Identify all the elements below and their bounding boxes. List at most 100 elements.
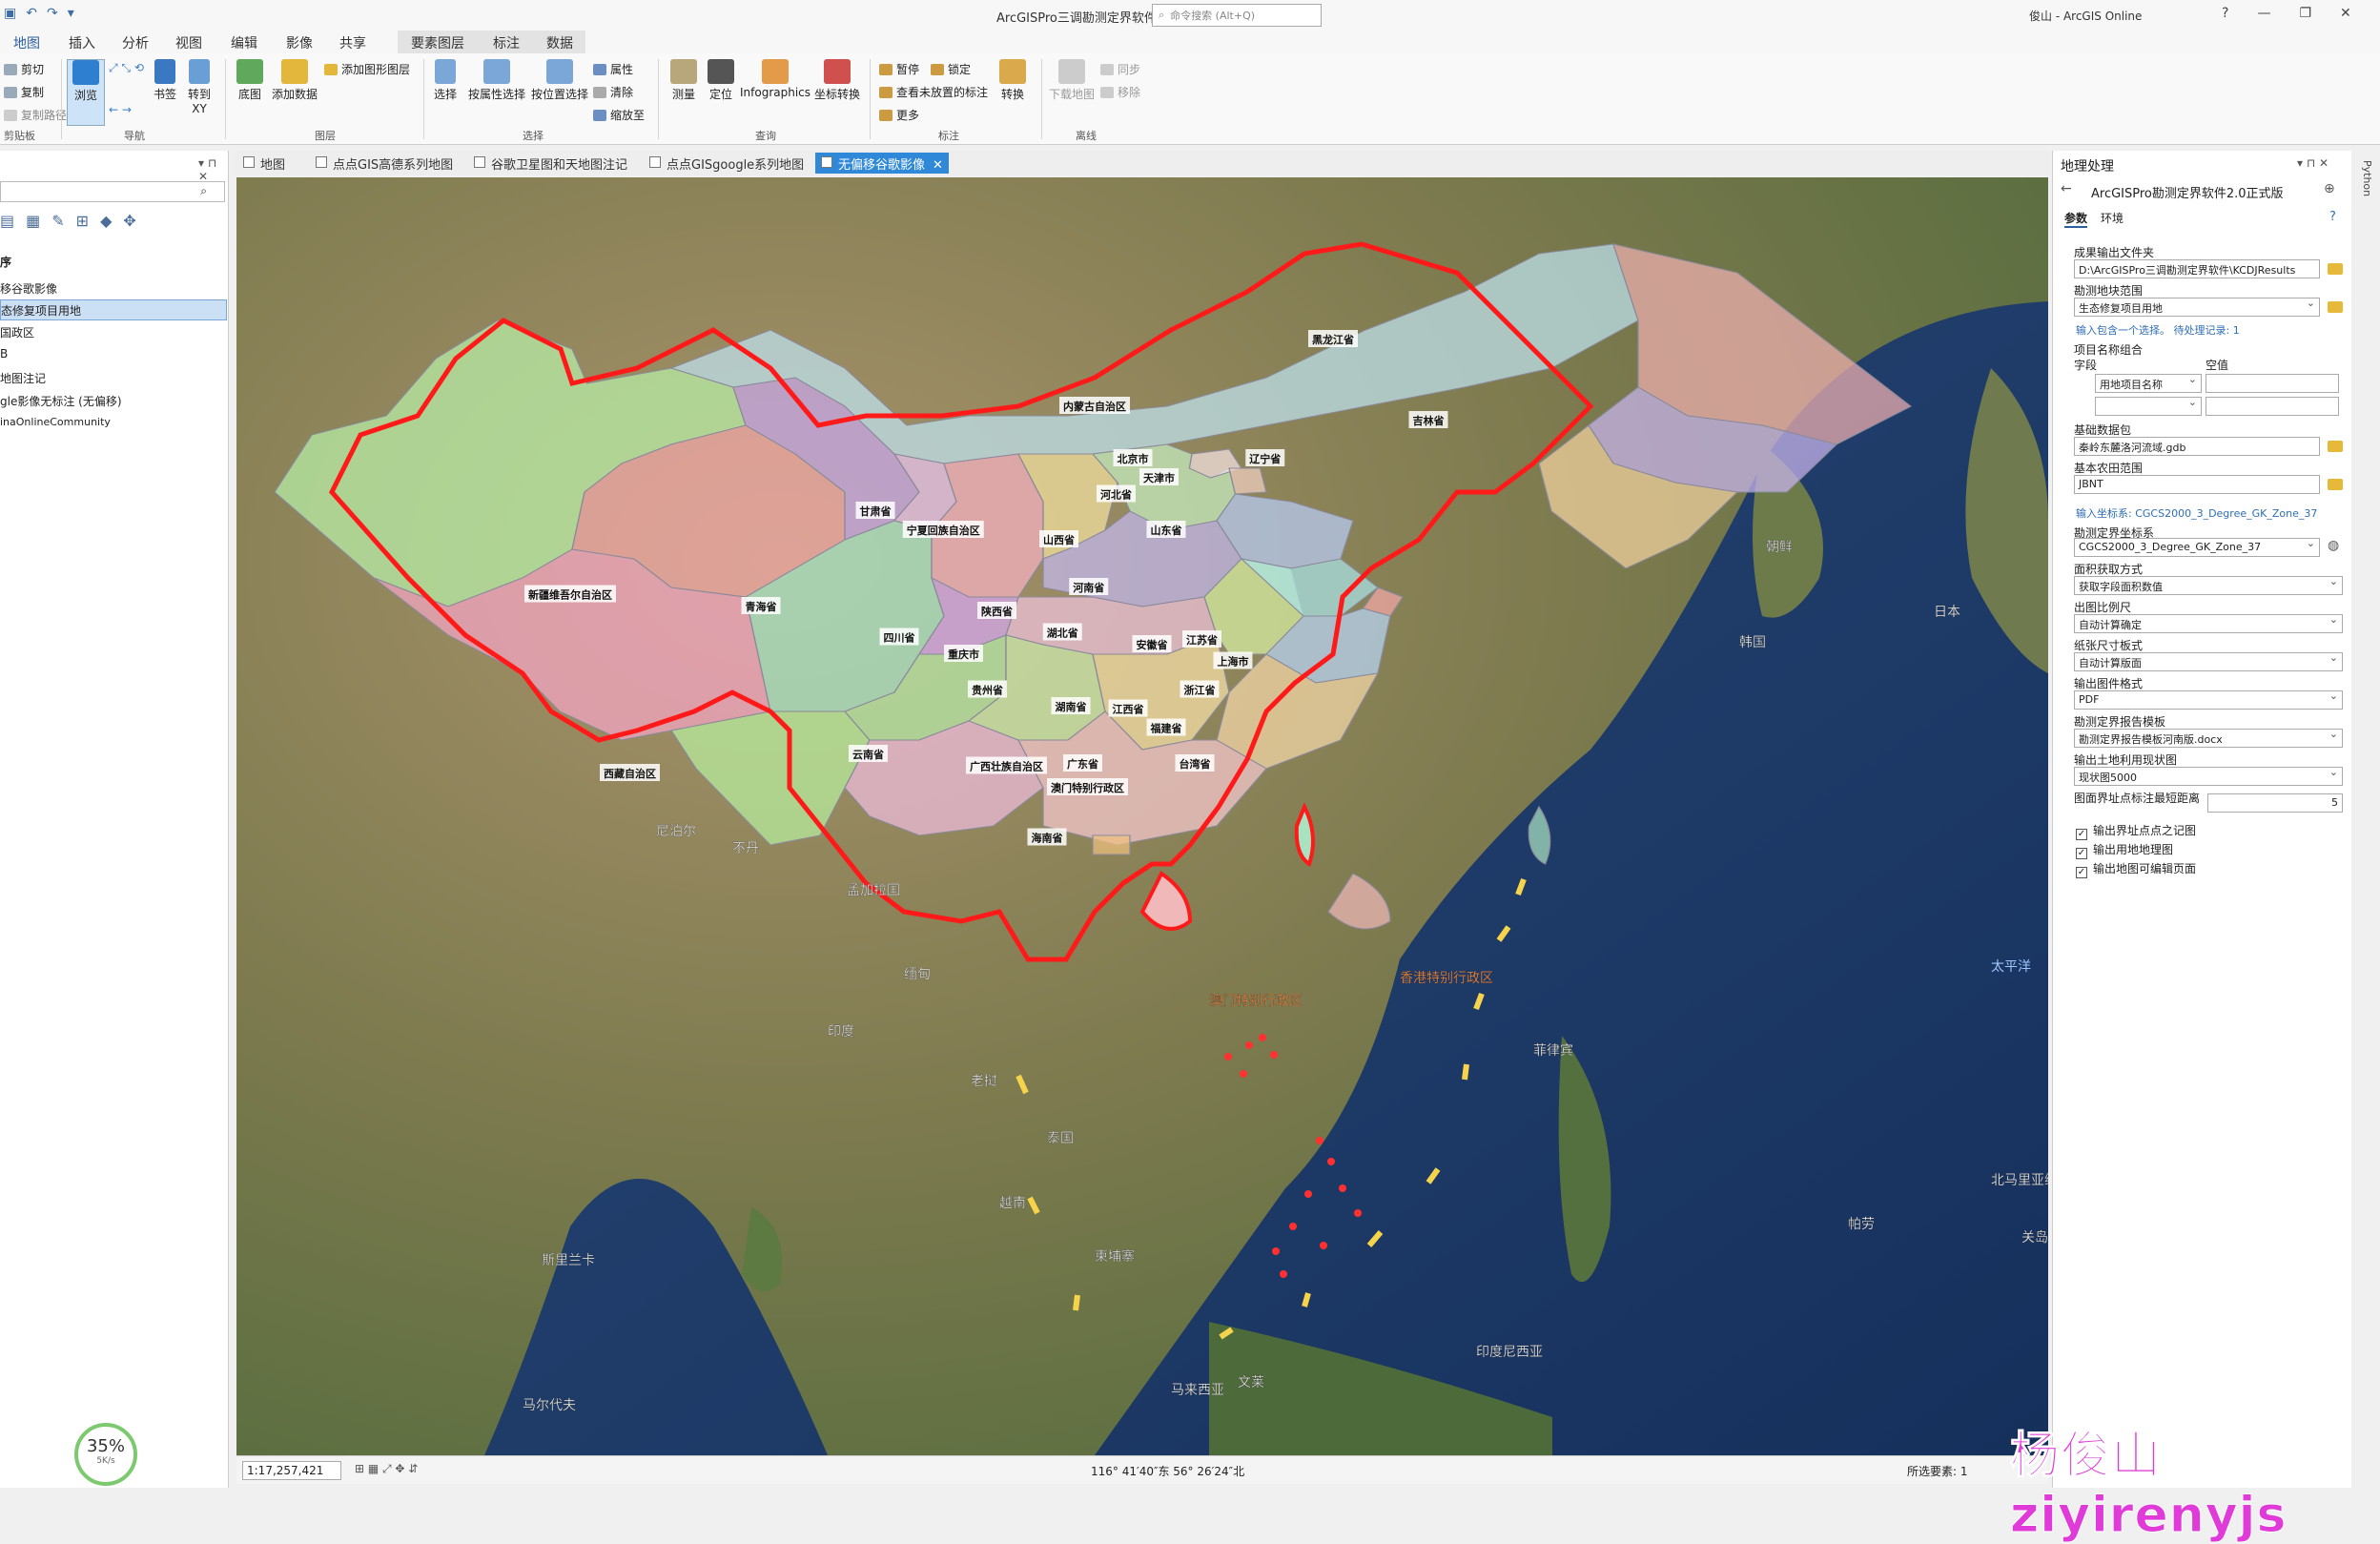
layer-item[interactable]: inaOnlineCommunity <box>0 414 227 435</box>
clear-selection-button[interactable]: 清除 <box>593 84 633 100</box>
view-tab[interactable]: 谷歌卫星图和天地图注记 <box>468 153 633 174</box>
cut-button[interactable]: 剪切 <box>4 61 44 77</box>
drawing-order-icon[interactable]: ▤ <box>0 212 14 230</box>
province-polygon[interactable] <box>1092 834 1131 855</box>
pause-labels-button[interactable]: 暂停 <box>879 61 919 77</box>
view-tab-active[interactable]: 无偏移谷歌影像 ✕ <box>815 153 949 174</box>
report-template-dropdown[interactable]: 勘测定界报告模板河南版.docx <box>2074 729 2343 748</box>
checkbox-land-use-map[interactable]: ✓ 输出用地地理图 <box>2076 841 2173 859</box>
tab-parameters[interactable]: 参数 <box>2064 210 2088 228</box>
goto-xy-button[interactable]: 转到XY <box>183 59 215 115</box>
folder-icon[interactable] <box>2328 301 2343 313</box>
download-map-button[interactable]: 下载地图 <box>1047 59 1097 102</box>
more-labeling-button[interactable]: 更多 <box>879 107 919 123</box>
min-distance-input[interactable]: 5 <box>2207 793 2343 813</box>
convert-labels-button[interactable]: 转换 <box>995 59 1030 102</box>
view-unplaced-button[interactable]: 查看未放置的标注 <box>879 84 988 100</box>
tab-imagery[interactable]: 影像 <box>286 33 313 52</box>
add-icon[interactable]: ⊞ <box>76 212 89 230</box>
null-value-input[interactable] <box>2206 397 2339 416</box>
select-by-attributes-button[interactable]: 按属性选择 <box>465 59 528 102</box>
snapping-icon[interactable]: ✥ <box>123 212 135 230</box>
tab-feature-layer[interactable]: 要素图层 <box>411 33 464 52</box>
zoom-tools[interactable]: ⤢ ⤡ ⟲ <box>109 61 144 75</box>
output-folder-field[interactable]: D:\ArcGISPro三调勘测定界软件\KCDJResults <box>2074 259 2320 278</box>
add-data-button[interactable]: 添加数据 <box>269 59 320 102</box>
checkbox-editable-page[interactable]: ✓ 输出地图可编辑页面 <box>2076 860 2196 878</box>
customize-icon[interactable]: ▾ <box>68 6 74 21</box>
pane-controls[interactable]: ▾ ⊓ ✕ <box>2297 156 2329 170</box>
layer-item-selected[interactable]: 态修复项目用地 <box>0 299 227 320</box>
command-search-input[interactable]: ⌕ 命令搜索 (Alt+Q) <box>1152 4 1322 27</box>
attributes-button[interactable]: 属性 <box>593 61 633 77</box>
tab-environments[interactable]: 环境 <box>2101 210 2124 226</box>
copy-button[interactable]: 复制 <box>4 84 44 100</box>
layer-item[interactable]: 地图注记 <box>0 368 227 389</box>
edit-icon[interactable]: ✎ <box>51 212 64 230</box>
folder-icon[interactable] <box>2328 441 2343 452</box>
folder-icon[interactable] <box>2328 263 2343 275</box>
globe-icon[interactable]: ◍ <box>2328 538 2339 553</box>
undo-icon[interactable]: ↶ <box>26 6 37 21</box>
measure-button[interactable]: 测量 <box>666 59 702 102</box>
paper-size-dropdown[interactable]: 自动计算版面 <box>2074 652 2343 671</box>
minimize-button[interactable]: — <box>2257 6 2270 21</box>
save-icon[interactable]: ▣ <box>4 6 16 21</box>
back-arrow-icon[interactable]: ← <box>2061 181 2072 196</box>
field-dropdown[interactable]: 用地项目名称 <box>2095 374 2202 393</box>
output-format-dropdown[interactable]: PDF <box>2074 690 2343 710</box>
tab-view[interactable]: 视图 <box>175 33 202 52</box>
map-view[interactable]: 新疆维吾尔自治区 西藏自治区 青海省 甘肃省 内蒙古自治区 黑龙江省 吉林省 辽宁省 四川省 云南… <box>236 177 2048 1455</box>
help-button[interactable]: ? <box>2222 6 2228 21</box>
survey-crs-dropdown[interactable]: CGCS2000_3_Degree_GK_Zone_37 <box>2074 538 2320 557</box>
folder-icon[interactable] <box>2328 479 2343 490</box>
contents-search-input[interactable]: ⌕ <box>0 181 225 202</box>
checkbox-boundary-point-map[interactable]: ✓ 输出界址点点之记图 <box>2076 822 2196 840</box>
add-graphics-layer-button[interactable]: 添加图形图层 <box>324 61 410 77</box>
map-canvas[interactable]: 新疆维吾尔自治区西藏自治区 青海省 甘肃省 内蒙古自治区 黑龙江省吉林省辽宁省四川省云南… <box>236 177 2048 1455</box>
redo-icon[interactable]: ↷ <box>47 6 58 21</box>
remove-offline-button[interactable]: 移除 <box>1100 84 1140 100</box>
coordinate-conversion-button[interactable]: 坐标转换 <box>812 59 862 102</box>
scale-dropdown[interactable]: 自动计算确定 <box>2074 614 2343 633</box>
view-tab[interactable]: 点点GIS高德系列地图 <box>310 153 459 174</box>
copy-path-button[interactable]: 复制路径 <box>4 107 67 123</box>
maximize-button[interactable]: ❐ <box>2299 6 2311 21</box>
survey-extent-dropdown[interactable]: 生态修复项目用地 <box>2074 298 2320 317</box>
add-icon[interactable]: ⊕ <box>2324 181 2335 196</box>
landuse-map-dropdown[interactable]: 现状图5000 <box>2074 767 2343 786</box>
tab-labeling[interactable]: 标注 <box>493 33 520 52</box>
farmland-field[interactable]: JBNT <box>2074 475 2320 494</box>
area-method-dropdown[interactable]: 获取字段面积数值 <box>2074 576 2343 595</box>
base-db-field[interactable]: 秦岭东麓洛河流域.gdb <box>2074 437 2320 456</box>
layer-item[interactable]: 移谷歌影像 <box>0 278 227 299</box>
data-source-icon[interactable]: ▦ <box>26 212 40 230</box>
zoom-to-selection-button[interactable]: 缩放至 <box>593 107 645 123</box>
tab-data[interactable]: 数据 <box>546 33 573 52</box>
tab-share[interactable]: 共享 <box>339 33 366 52</box>
tab-map[interactable]: 地图 <box>13 33 40 55</box>
pane-controls[interactable]: ▾ ⊓ ✕ <box>198 156 228 183</box>
sync-button[interactable]: 同步 <box>1100 61 1140 77</box>
province-polygon[interactable] <box>1228 467 1267 495</box>
bookmarks-button[interactable]: 书签 <box>149 59 181 102</box>
lock-labels-button[interactable]: 锁定 <box>931 61 971 77</box>
null-value-input[interactable] <box>2206 374 2339 393</box>
infographics-button[interactable]: Infographics <box>740 59 810 99</box>
nav-arrows[interactable]: ← → <box>109 103 132 116</box>
close-tab-icon[interactable]: ✕ <box>933 158 943 173</box>
select-button[interactable]: 选择 <box>431 59 460 102</box>
view-tab[interactable]: 地图 <box>237 153 291 174</box>
layer-item[interactable]: B <box>0 345 227 366</box>
locate-button[interactable]: 定位 <box>704 59 738 102</box>
python-side-tab[interactable]: Python <box>2355 151 2380 1488</box>
user-account[interactable]: 俊山 - ArcGIS Online <box>2029 8 2142 24</box>
scale-selector[interactable]: 1:17,257,421 <box>242 1461 341 1480</box>
tab-edit[interactable]: 编辑 <box>231 33 257 52</box>
tab-insert[interactable]: 插入 <box>69 33 95 52</box>
select-by-location-button[interactable]: 按位置选择 <box>530 59 589 102</box>
help-icon[interactable]: ? <box>2329 210 2336 224</box>
layer-item[interactable]: gle影像无标注 (无偏移) <box>0 391 227 412</box>
close-button[interactable]: ✕ <box>2340 6 2351 21</box>
explore-button[interactable]: 浏览 <box>67 59 105 126</box>
